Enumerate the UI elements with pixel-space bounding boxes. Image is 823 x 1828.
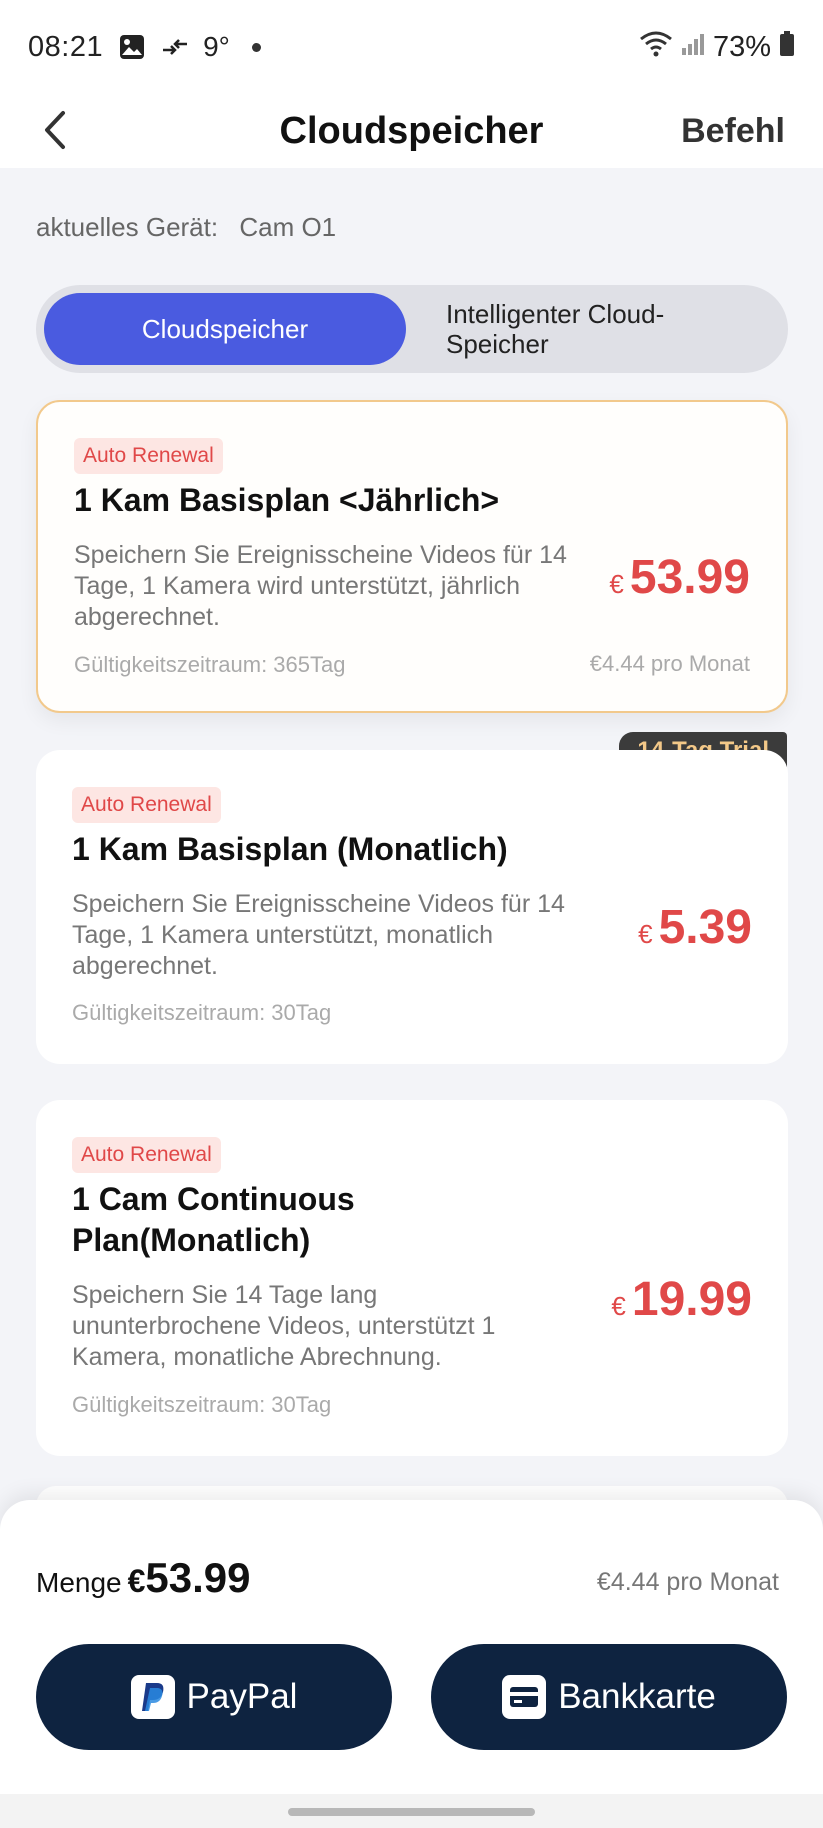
paypal-icon xyxy=(130,1675,175,1719)
home-indicator[interactable] xyxy=(288,1808,535,1816)
currency-symbol: € xyxy=(609,569,624,599)
current-device: aktuelles Gerät: Cam O1 xyxy=(36,212,336,243)
total-label: Menge xyxy=(36,1567,122,1598)
plan-title: 1 Cam Continuous Plan(Monatlich) xyxy=(72,1181,355,1258)
command-button[interactable]: Befehl xyxy=(681,94,785,168)
total-per-month: €4.44 pro Monat xyxy=(596,1568,779,1596)
total-value: 53.99 xyxy=(145,1554,251,1601)
device-label: aktuelles Gerät: xyxy=(36,212,219,242)
plan-per-month: €4.44 pro Monat xyxy=(589,651,750,676)
bank-card-label: Bankkarte xyxy=(558,1677,716,1716)
currency-symbol: € xyxy=(611,1291,626,1321)
auto-renewal-badge: Auto Renewal xyxy=(72,787,221,823)
bank-card-button[interactable]: Bankkarte xyxy=(431,1644,787,1750)
wifi-icon xyxy=(639,30,673,65)
plan-validity: Gültigkeitszeitraum: 30Tag xyxy=(72,1000,332,1025)
price-amount: 19.99 xyxy=(631,1273,752,1326)
plan-card[interactable]: Auto Renewal 1 Cam Continuous Plan(Monat… xyxy=(36,1100,788,1456)
plan-card[interactable]: Auto Renewal 1 Kam Basisplan <Jährlich> … xyxy=(36,400,788,713)
plan-title: 1 Kam Basisplan <Jährlich> xyxy=(74,482,500,518)
gallery-icon xyxy=(119,34,145,60)
status-bar: 08:21 9° 73% xyxy=(0,0,823,94)
auto-renewal-badge: Auto Renewal xyxy=(74,438,223,474)
price-amount: 5.39 xyxy=(658,901,752,954)
plan-price: € 5.39 xyxy=(638,900,752,955)
signal-icon xyxy=(681,31,705,63)
total-amount: Menge € 53.99 xyxy=(36,1554,251,1602)
plan-description: Speichern Sie 14 Tage lang ununterbroche… xyxy=(72,1281,496,1371)
plan-validity: Gültigkeitszeitraum: 30Tag xyxy=(72,1392,332,1417)
currency-symbol: € xyxy=(638,919,653,949)
plan-price: € 53.99 xyxy=(609,550,750,605)
credit-card-icon xyxy=(502,1675,547,1719)
plan-type-tabs: Cloudspeicher Intelligenter Cloud-Speich… xyxy=(36,285,788,373)
notification-dot xyxy=(251,42,261,52)
price-amount: 53.99 xyxy=(629,551,750,604)
data-transfer-icon xyxy=(161,36,189,58)
battery-icon xyxy=(779,30,795,64)
plan-description: Speichern Sie Ereignisscheine Videos für… xyxy=(72,890,565,980)
status-temperature: 9° xyxy=(203,31,230,62)
back-button[interactable] xyxy=(30,100,80,160)
plan-validity: Gültigkeitszeitraum: 365Tag xyxy=(74,652,346,677)
plan-price: € 19.99 xyxy=(611,1272,752,1327)
plan-card[interactable]: Auto Renewal 1 Kam Basisplan (Monatlich)… xyxy=(36,750,788,1064)
plan-title: 1 Kam Basisplan (Monatlich) xyxy=(72,831,508,867)
plan-description: Speichern Sie Ereignisscheine Videos für… xyxy=(74,541,567,631)
checkout-panel: Menge € 53.99 €4.44 pro Monat PayPal Ban… xyxy=(0,1500,823,1828)
status-time: 08:21 xyxy=(28,30,104,63)
page-title: Cloudspeicher xyxy=(279,109,544,152)
total-currency: € xyxy=(127,1563,146,1599)
paypal-button[interactable]: PayPal xyxy=(36,1644,392,1750)
battery-percentage: 73% xyxy=(712,30,771,63)
app-header: Cloudspeicher Befehl xyxy=(0,94,823,168)
device-name: Cam O1 xyxy=(239,212,337,242)
paypal-label: PayPal xyxy=(186,1677,298,1716)
chevron-left-icon xyxy=(45,111,65,149)
auto-renewal-badge: Auto Renewal xyxy=(72,1137,221,1173)
tab-cloud-storage[interactable]: Cloudspeicher xyxy=(44,293,406,365)
tab-smart-cloud-storage[interactable]: Intelligenter Cloud-Speicher xyxy=(406,293,780,365)
